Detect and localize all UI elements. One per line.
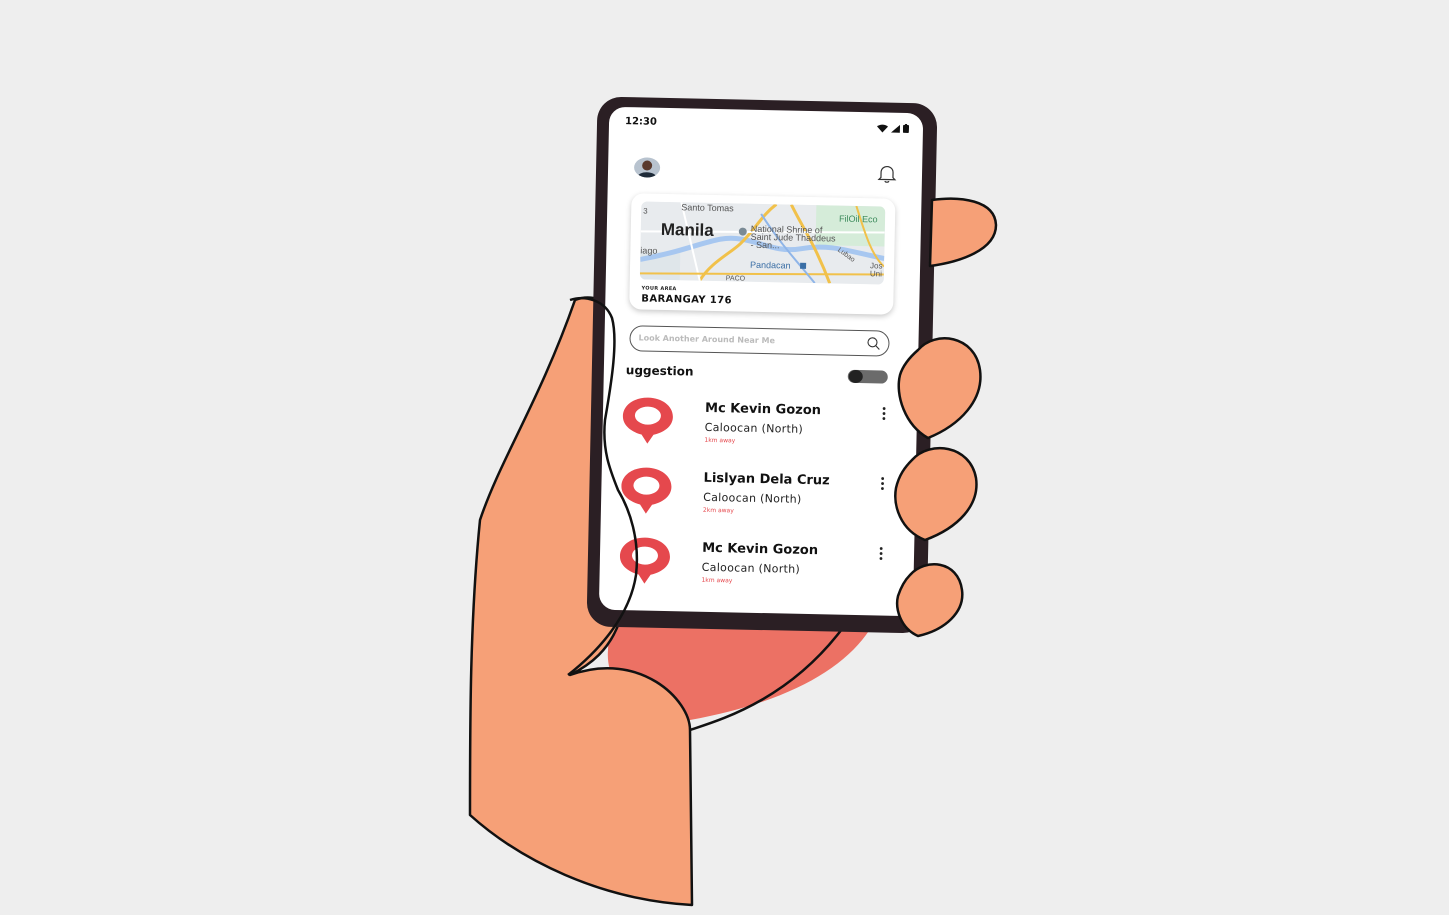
status-bar: 12:30 [624, 116, 910, 136]
map-label-pandacan: Pandacan [749, 259, 791, 271]
location-pin-icon [622, 397, 673, 444]
item-location: Caloocan (North) [704, 420, 804, 436]
list-item[interactable]: Mc Kevin Gozon Caloocan (North) 1km away [615, 535, 886, 601]
map-label-santo-tomas: Santo Tomas [681, 202, 734, 214]
item-location: Caloocan (North) [703, 490, 802, 506]
map-label-shrine: National Shrine of Saint Jude Thaddeus -… [750, 223, 836, 251]
location-pin-icon [619, 537, 670, 584]
illustration-stage: 12:30 3 Santo Tomas Manila National Shri… [0, 0, 1449, 915]
search-icon[interactable] [866, 336, 880, 350]
item-name: Mc Kevin Gozon [704, 400, 822, 419]
status-time: 12:30 [624, 116, 658, 128]
bell-icon[interactable] [876, 162, 898, 184]
avatar[interactable] [633, 157, 661, 178]
map-caption: YOUR AREA [641, 285, 677, 293]
more-options-icon[interactable] [881, 407, 887, 421]
item-distance: 1km away [704, 436, 736, 445]
list-item[interactable]: Lislyan Dela Cruz Caloocan (North) 2km a… [617, 465, 888, 531]
map-label-number: 3 [643, 206, 648, 216]
item-name: Mc Kevin Gozon [701, 540, 819, 559]
toggle-knob [848, 369, 863, 384]
map-label-jos-uni: Jos Uni [869, 261, 883, 279]
suggestion-toggle[interactable] [847, 369, 888, 384]
more-options-icon[interactable] [878, 546, 884, 560]
more-options-icon[interactable] [879, 476, 885, 490]
map-label-filoil: FilOil Eco [838, 213, 878, 225]
item-distance: 2km away [702, 506, 734, 515]
search-placeholder: Look Another Around Near Me [638, 333, 776, 346]
phone-screen: 12:30 3 Santo Tomas Manila National Shri… [598, 106, 924, 617]
battery-icon [902, 123, 910, 134]
map-label-iago: iago [640, 245, 658, 256]
map-label-city: Manila [660, 219, 714, 240]
search-input[interactable]: Look Another Around Near Me [629, 325, 890, 357]
area-name: BARANGAY 176 [641, 293, 733, 307]
item-distance: 1km away [701, 576, 733, 585]
suggestion-label: uggestion [625, 363, 694, 379]
wifi-icon [877, 124, 889, 132]
phone-device: 12:30 3 Santo Tomas Manila National Shri… [586, 96, 938, 634]
map-label-paco: PACO [725, 275, 746, 283]
list-item[interactable]: Mc Kevin Gozon Caloocan (North) 1km away [618, 395, 889, 461]
item-name: Lislyan Dela Cruz [703, 470, 830, 489]
status-icons [877, 123, 910, 134]
map-view[interactable]: 3 Santo Tomas Manila National Shrine of … [639, 201, 886, 285]
signal-icon [890, 124, 901, 133]
location-pin-icon [621, 467, 672, 514]
map-card[interactable]: 3 Santo Tomas Manila National Shrine of … [629, 193, 896, 315]
item-location: Caloocan (North) [701, 560, 801, 576]
